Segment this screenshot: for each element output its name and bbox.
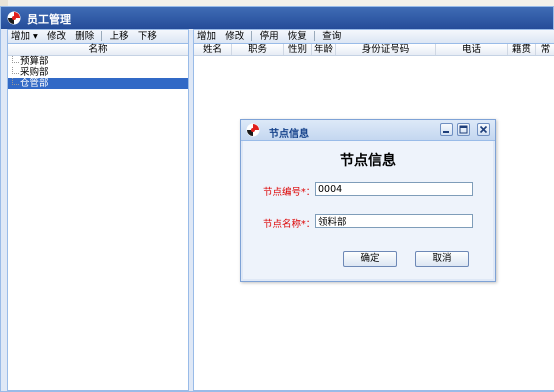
col-hometown[interactable]: 籍贯 [508, 44, 536, 55]
tree-connector [12, 56, 19, 63]
minimize-button[interactable] [440, 123, 453, 136]
node-info-dialog: 节点信息 节点信息 节点编号*： 节点名称*： 确定 取消 [240, 119, 496, 282]
dept-add-button[interactable]: 增加 ▾ [8, 30, 41, 43]
department-panel: 增加 ▾ 修改 删除 上移 下移 名称 预算部 采购部 仓管部 [7, 29, 189, 391]
emp-disable-button[interactable]: 停用 [257, 30, 282, 43]
col-id-number[interactable]: 身份证号码 [336, 44, 436, 55]
emp-query-button[interactable]: 查询 [319, 30, 344, 43]
dialog-title: 节点信息 [269, 129, 309, 140]
close-icon [479, 125, 488, 134]
department-tree: 预算部 采购部 仓管部 [8, 56, 188, 89]
emp-restore-button[interactable]: 恢复 [285, 30, 310, 43]
window-title: 员工管理 [27, 13, 71, 26]
emp-add-button[interactable]: 增加 [194, 30, 219, 43]
toolbar-separator [101, 31, 103, 41]
toolbar-separator [251, 31, 253, 41]
node-code-label: 节点编号*： [263, 187, 316, 198]
dialog-heading: 节点信息 [340, 153, 396, 169]
node-name-input[interactable] [315, 214, 473, 228]
tree-connector [12, 67, 19, 74]
name-column-header[interactable]: 名称 [8, 44, 188, 56]
app-logo-icon [7, 11, 21, 25]
close-button[interactable] [477, 123, 490, 136]
app-logo-icon [246, 123, 260, 137]
dept-move-up-button[interactable]: 上移 [107, 30, 132, 43]
dialog-body: 节点信息 节点编号*： 节点名称*： 确定 取消 [243, 141, 493, 279]
department-toolbar: 增加 ▾ 修改 删除 上移 下移 [8, 30, 188, 44]
col-name[interactable]: 姓名 [194, 44, 232, 55]
dept-edit-button[interactable]: 修改 [44, 30, 69, 43]
employee-toolbar: 增加 修改 停用 恢复 查询 [194, 30, 554, 44]
chevron-down-icon[interactable]: ▾ [33, 31, 38, 42]
toolbar-separator [314, 31, 315, 41]
employee-grid-header: 姓名 职务 性别 年龄 身份证号码 电话 籍贯常 [194, 44, 554, 56]
col-age[interactable]: 年龄 [312, 44, 336, 55]
title-bar: 员工管理 [1, 7, 553, 29]
col-phone[interactable]: 电话 [436, 44, 508, 55]
node-name-label: 节点名称*： [263, 219, 316, 230]
node-code-input[interactable] [315, 182, 473, 196]
dept-delete-button[interactable]: 删除 [72, 30, 97, 43]
tree-item-purchasing[interactable]: 采购部 [8, 67, 188, 78]
maximize-button[interactable] [457, 123, 470, 136]
ok-button[interactable]: 确定 [343, 251, 397, 267]
emp-edit-button[interactable]: 修改 [222, 30, 247, 43]
minimize-icon [443, 131, 449, 133]
tree-item-budget[interactable]: 预算部 [8, 56, 188, 67]
col-position[interactable]: 职务 [232, 44, 284, 55]
dept-move-down-button[interactable]: 下移 [135, 30, 160, 43]
tree-item-warehouse[interactable]: 仓管部 [8, 78, 188, 89]
maximize-icon [459, 125, 468, 134]
dialog-title-bar[interactable]: 节点信息 [241, 120, 495, 141]
col-gender[interactable]: 性别 [284, 44, 312, 55]
tree-connector [12, 78, 19, 85]
cancel-button[interactable]: 取消 [415, 251, 469, 267]
col-more[interactable]: 常 [536, 44, 554, 55]
